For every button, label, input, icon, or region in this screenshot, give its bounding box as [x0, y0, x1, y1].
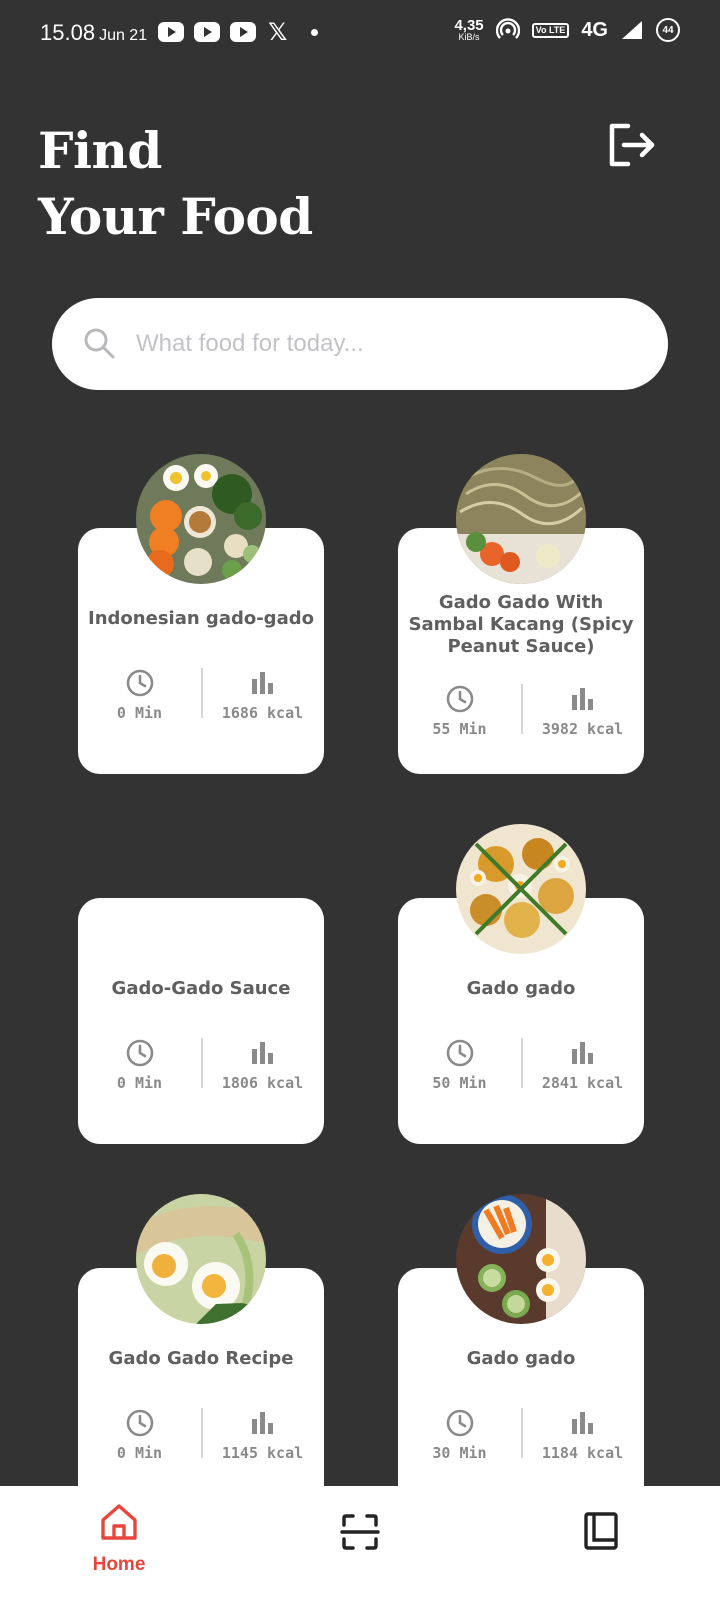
youtube-icon: [230, 22, 256, 42]
x-app-icon: 𝕏: [268, 18, 288, 46]
bar-chart-icon: [571, 1042, 593, 1064]
status-bar: 15.08 Jun 21 𝕏 4,35 KiB/s Vo LTE 4G 44: [0, 0, 720, 70]
calories-value: 1145 kcal: [221, 1444, 304, 1462]
clock-icon: [126, 669, 153, 697]
cook-time: 30 Min: [398, 1408, 521, 1474]
page-title: Find Your Food: [38, 118, 313, 250]
nav-home[interactable]: Home: [82, 1496, 156, 1596]
cook-time: 0 Min: [78, 1038, 201, 1104]
network-speed-unit: KiB/s: [458, 32, 480, 42]
stat-divider: [521, 1038, 523, 1088]
food-name: Gado gado: [466, 978, 576, 999]
stat-divider: [201, 1408, 203, 1458]
notification-icons: 𝕏: [158, 18, 319, 46]
calories: 1184 kcal: [521, 1408, 644, 1474]
bar-chart-icon: [251, 1412, 273, 1434]
bar-chart-icon: [251, 1042, 273, 1064]
calories-value: 3982 kcal: [541, 720, 624, 738]
scan-icon[interactable]: [338, 1510, 382, 1554]
food-name: Indonesian gado-gado: [88, 608, 314, 629]
cook-time-value: 50 Min: [432, 1074, 487, 1092]
book-icon[interactable]: [580, 1510, 624, 1554]
food-name: Gado Gado With Sambal Kacang (Spicy Pean…: [408, 592, 634, 657]
cook-time: 0 Min: [78, 1408, 201, 1474]
signal-icon: [622, 21, 642, 39]
food-card[interactable]: Gado-Gado Sauce 0 Min 1806 kcal: [78, 898, 324, 1144]
food-image[interactable]: [456, 824, 586, 954]
home-icon: [101, 1504, 137, 1540]
nav-home-label: Home: [92, 1554, 146, 1575]
food-stats: 0 Min 1806 kcal: [78, 1038, 324, 1104]
volte-icon: Vo LTE: [531, 22, 570, 38]
calories-value: 1184 kcal: [541, 1444, 624, 1462]
youtube-icon: [158, 22, 184, 42]
cook-time-value: 55 Min: [432, 720, 487, 738]
food-stats: 0 Min 1145 kcal: [78, 1408, 324, 1474]
calories: 1806 kcal: [201, 1038, 324, 1104]
calories-value: 2841 kcal: [541, 1074, 624, 1092]
clock-icon: [446, 1039, 473, 1067]
status-time: 15.08 Jun 21: [40, 20, 147, 46]
calories: 1686 kcal: [201, 668, 324, 734]
food-stats: 55 Min 3982 kcal: [398, 684, 644, 750]
bottom-navigation: Home: [0, 1486, 720, 1600]
calories: 3982 kcal: [521, 684, 644, 750]
bar-chart-icon: [251, 672, 273, 694]
cook-time: 0 Min: [78, 668, 201, 734]
network-speed: 4,35 KiB/s: [454, 18, 483, 42]
calories-value: 1686 kcal: [221, 704, 304, 722]
network-speed-value: 4,35: [454, 17, 484, 34]
system-icons: 4,35 KiB/s Vo LTE 4G 44: [454, 18, 680, 42]
clock-icon: [126, 1039, 153, 1067]
calories-value: 1806 kcal: [221, 1074, 304, 1092]
hotspot-icon: [495, 18, 520, 39]
stat-divider: [201, 1038, 203, 1088]
food-stats: 30 Min 1184 kcal: [398, 1408, 644, 1474]
status-clock: 15.08: [40, 20, 96, 45]
food-stats: 0 Min 1686 kcal: [78, 668, 324, 734]
network-type: 4G: [581, 18, 608, 41]
food-image[interactable]: [456, 454, 586, 584]
food-image[interactable]: [456, 1194, 586, 1324]
page-title-line-2: Your Food: [38, 187, 313, 246]
calories: 1145 kcal: [201, 1408, 324, 1474]
food-image[interactable]: [136, 454, 266, 584]
calories: 2841 kcal: [521, 1038, 644, 1104]
bar-chart-icon: [571, 1412, 593, 1434]
search-bar[interactable]: [52, 298, 668, 390]
clock-icon: [126, 1409, 153, 1437]
search-icon: [84, 328, 115, 359]
cook-time-value: 0 Min: [116, 1074, 163, 1092]
food-stats: 50 Min 2841 kcal: [398, 1038, 644, 1104]
clock-icon: [446, 1409, 473, 1437]
cook-time-value: 30 Min: [432, 1444, 487, 1462]
battery-icon: 44: [656, 18, 680, 42]
cook-time-value: 0 Min: [116, 1444, 163, 1462]
food-name: Gado gado: [466, 1348, 576, 1369]
cook-time: 55 Min: [398, 684, 521, 750]
clock-icon: [446, 685, 473, 713]
food-name: Gado Gado Recipe: [108, 1348, 294, 1369]
status-date: Jun 21: [99, 27, 148, 44]
logout-icon[interactable]: [606, 120, 658, 170]
cook-time: 50 Min: [398, 1038, 521, 1104]
more-notifications-dot: [311, 28, 319, 36]
stat-divider: [521, 684, 523, 734]
food-image[interactable]: [136, 1194, 266, 1324]
cook-time-value: 0 Min: [116, 704, 163, 722]
stat-divider: [201, 668, 203, 718]
food-name: Gado-Gado Sauce: [111, 978, 291, 999]
search-input[interactable]: [136, 320, 636, 368]
stat-divider: [521, 1408, 523, 1458]
youtube-icon: [194, 22, 220, 42]
page-title-line-1: Find: [38, 121, 162, 180]
bar-chart-icon: [571, 688, 593, 710]
